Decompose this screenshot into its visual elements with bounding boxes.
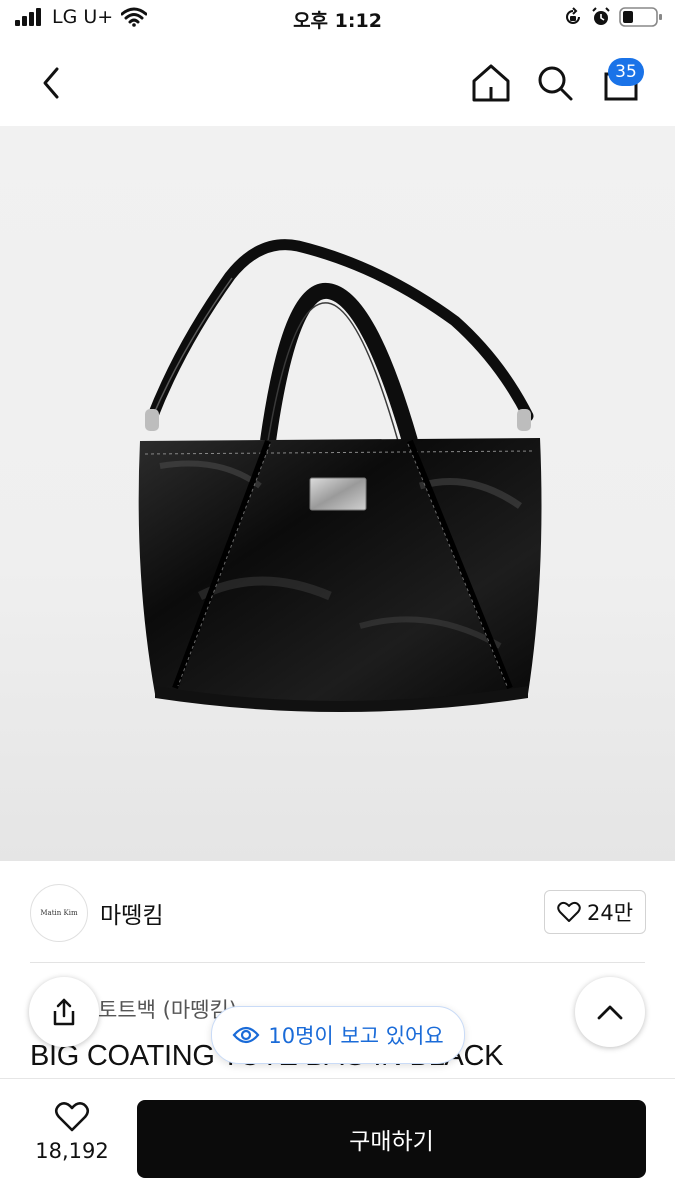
status-bar: LG U+ 오후 1:12 — [0, 0, 675, 38]
viewers-pill: 10명이 보고 있어요 — [211, 1006, 465, 1064]
wish-count: 18,192 — [35, 1139, 109, 1163]
top-nav — [0, 40, 675, 126]
scroll-top-button[interactable] — [575, 977, 645, 1047]
back-icon — [43, 67, 59, 99]
home-button[interactable] — [468, 60, 514, 106]
search-button[interactable] — [532, 60, 578, 106]
wish-button[interactable]: 18,192 — [30, 1101, 114, 1163]
back-button[interactable] — [28, 60, 74, 106]
battery-icon — [619, 7, 662, 27]
home-icon — [472, 64, 510, 102]
orientation-lock-icon — [566, 7, 580, 24]
buy-button[interactable]: 구매하기 — [137, 1100, 646, 1178]
search-icon — [538, 66, 573, 101]
share-button[interactable] — [29, 977, 99, 1047]
status-right — [563, 6, 663, 28]
brand-divider — [30, 962, 645, 963]
brand-logo[interactable]: Matin Kim — [30, 884, 88, 942]
heart-icon — [557, 901, 581, 922]
cart-count-badge: 35 — [608, 58, 644, 86]
product-image[interactable] — [0, 126, 675, 861]
eye-icon — [232, 1026, 260, 1044]
viewers-text: 10명이 보고 있어요 — [268, 1024, 444, 1048]
bottom-action-bar: 18,192 구매하기 — [0, 1078, 675, 1201]
share-icon — [53, 998, 75, 1026]
brand-row[interactable]: Matin Kim 마뗑킴 24만 — [0, 862, 675, 962]
brand-like-count: 24만 — [586, 901, 634, 925]
chevron-up-icon — [597, 1005, 623, 1020]
alarm-icon — [592, 7, 610, 25]
heart-icon — [54, 1102, 90, 1132]
tote-bag-image — [138, 239, 542, 712]
brand-like-button[interactable]: 24만 — [544, 890, 646, 934]
brand-name[interactable]: 마뗑킴 — [100, 896, 163, 930]
